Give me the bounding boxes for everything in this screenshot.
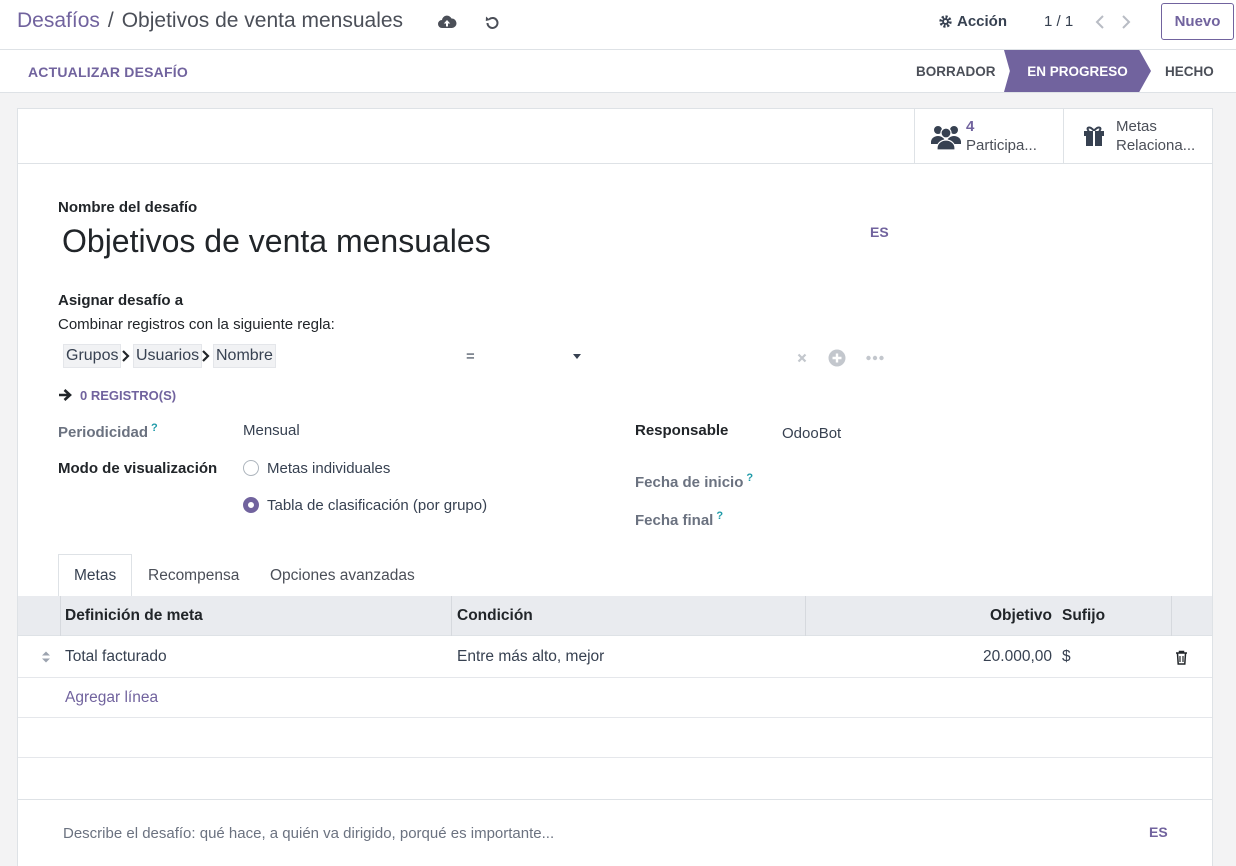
domain-path-users[interactable]: Usuarios — [133, 344, 203, 368]
breadcrumb-separator: / — [107, 9, 114, 32]
control-panel: Desafíos / Objetivos de venta mensuales … — [0, 0, 1236, 50]
column-goal-definition[interactable]: Definición de meta — [65, 596, 203, 636]
chevron-right-icon[interactable] — [1118, 13, 1134, 31]
column-suffix[interactable]: Sufijo — [1062, 596, 1105, 636]
breadcrumb: Desafíos / Objetivos de venta mensuales — [17, 9, 403, 33]
gear-icon — [939, 15, 952, 28]
domain-operator-select[interactable]: = — [466, 348, 475, 365]
stage-in-progress[interactable]: EN PROGRESO — [1004, 50, 1151, 92]
chevron-right-icon — [202, 350, 210, 362]
cloud-upload-icon[interactable] — [437, 13, 457, 33]
new-button[interactable]: Nuevo — [1161, 3, 1234, 40]
help-tooltip-icon[interactable]: ? — [151, 422, 158, 434]
challenge-name-label: Nombre del desafío — [58, 199, 198, 216]
help-tooltip-icon[interactable]: ? — [746, 472, 753, 484]
form-sheet: 4 Participa... Metas Relaciona... Nombre… — [17, 108, 1213, 866]
domain-rule-label: Combinar registros con la siguiente regl… — [58, 316, 335, 333]
related-goals-label-line1: Metas — [1116, 118, 1157, 135]
periodicity-label: Periodicidad? — [58, 422, 158, 441]
add-rule-icon[interactable] — [828, 349, 846, 367]
notebook-tabs: Metas Recompensa Opciones avanzadas — [18, 554, 1212, 598]
help-tooltip-icon[interactable]: ? — [716, 510, 723, 522]
domain-path-name[interactable]: Nombre — [213, 344, 276, 368]
periodicity-value[interactable]: Mensual — [243, 422, 300, 439]
tab-advanced-options[interactable]: Opciones avanzadas — [255, 554, 430, 597]
chevron-right-icon — [122, 350, 130, 362]
assign-challenge-label: Asignar desafío a — [58, 292, 184, 309]
more-options-icon[interactable] — [866, 355, 884, 361]
participants-label: Participa... — [966, 137, 1037, 154]
description-language-badge[interactable]: ES — [1149, 824, 1168, 840]
empty-row — [18, 718, 1212, 758]
goal-target-cell[interactable]: 20.000,00 — [983, 637, 1052, 677]
participants-smart-button[interactable]: 4 Participa... — [914, 109, 1063, 163]
participants-count: 4 — [966, 118, 975, 135]
related-goals-smart-button[interactable]: Metas Relaciona... — [1063, 109, 1212, 163]
table-row[interactable]: Total facturado Entre más alto, mejor 20… — [18, 637, 1212, 678]
description-input[interactable]: Describe el desafío: qué hace, a quién v… — [63, 825, 554, 842]
action-menu-button[interactable]: Acción — [938, 13, 1007, 30]
arrow-right-icon — [59, 389, 72, 401]
status-bar: ACTUALIZAR DESAFÍO BORRADOR EN PROGRESO … — [0, 50, 1236, 93]
drag-handle-icon[interactable] — [41, 650, 51, 664]
breadcrumb-current: Objetivos de venta mensuales — [121, 9, 404, 32]
smart-button-box: 4 Participa... Metas Relaciona... — [18, 109, 1212, 164]
caret-down-icon[interactable] — [572, 353, 582, 361]
chevron-left-icon[interactable] — [1092, 13, 1108, 31]
radio-ranking-by-group[interactable] — [243, 497, 259, 513]
responsible-value[interactable]: OdooBot — [782, 425, 841, 442]
add-line-row: Agregar línea — [18, 678, 1212, 718]
stage-draft[interactable]: BORRADOR — [916, 50, 996, 92]
radio-individual-goals-label[interactable]: Metas individuales — [267, 460, 390, 477]
goal-definition-cell[interactable]: Total facturado — [65, 637, 167, 677]
delete-rule-icon[interactable] — [797, 353, 807, 363]
records-count-link[interactable]: 0 REGISTRO(S) — [80, 388, 176, 403]
display-mode-label: Modo de visualización — [58, 460, 218, 477]
end-date-label: Fecha final? — [635, 510, 724, 529]
update-challenge-button[interactable]: ACTUALIZAR DESAFÍO — [28, 64, 188, 80]
goal-condition-cell[interactable]: Entre más alto, mejor — [457, 637, 604, 677]
title-language-badge[interactable]: ES — [870, 224, 889, 240]
tab-goals[interactable]: Metas — [58, 554, 133, 598]
related-goals-label-line2: Relaciona... — [1116, 137, 1196, 154]
users-icon — [931, 126, 961, 151]
breadcrumb-parent-link[interactable]: Desafíos — [17, 9, 100, 33]
responsible-label: Responsable — [635, 422, 729, 439]
gift-icon — [1084, 126, 1104, 146]
action-label: Acción — [957, 13, 1008, 30]
radio-ranking-by-group-label[interactable]: Tabla de clasificación (por grupo) — [267, 497, 487, 514]
radio-individual-goals[interactable] — [243, 460, 259, 476]
start-date-label: Fecha de inicio? — [635, 472, 754, 491]
goal-suffix-cell[interactable]: $ — [1062, 637, 1071, 677]
goals-table-header: Definición de meta Condición Objetivo Su… — [18, 596, 1212, 636]
add-line-link[interactable]: Agregar línea — [65, 678, 158, 718]
challenge-name-input[interactable]: Objetivos de venta mensuales — [62, 223, 491, 260]
description-area: Describe el desafío: qué hace, a quién v… — [18, 799, 1212, 866]
column-condition[interactable]: Condición — [457, 596, 533, 636]
trash-icon[interactable] — [1175, 650, 1188, 665]
column-target[interactable]: Objetivo — [990, 596, 1052, 636]
domain-path-groups[interactable]: Grupos — [63, 344, 122, 368]
tab-reward[interactable]: Recompensa — [133, 554, 254, 597]
pager-value[interactable]: 1 / 1 — [1044, 13, 1073, 30]
undo-icon[interactable] — [482, 13, 502, 33]
stage-done[interactable]: HECHO — [1165, 50, 1214, 92]
empty-row — [18, 758, 1212, 798]
